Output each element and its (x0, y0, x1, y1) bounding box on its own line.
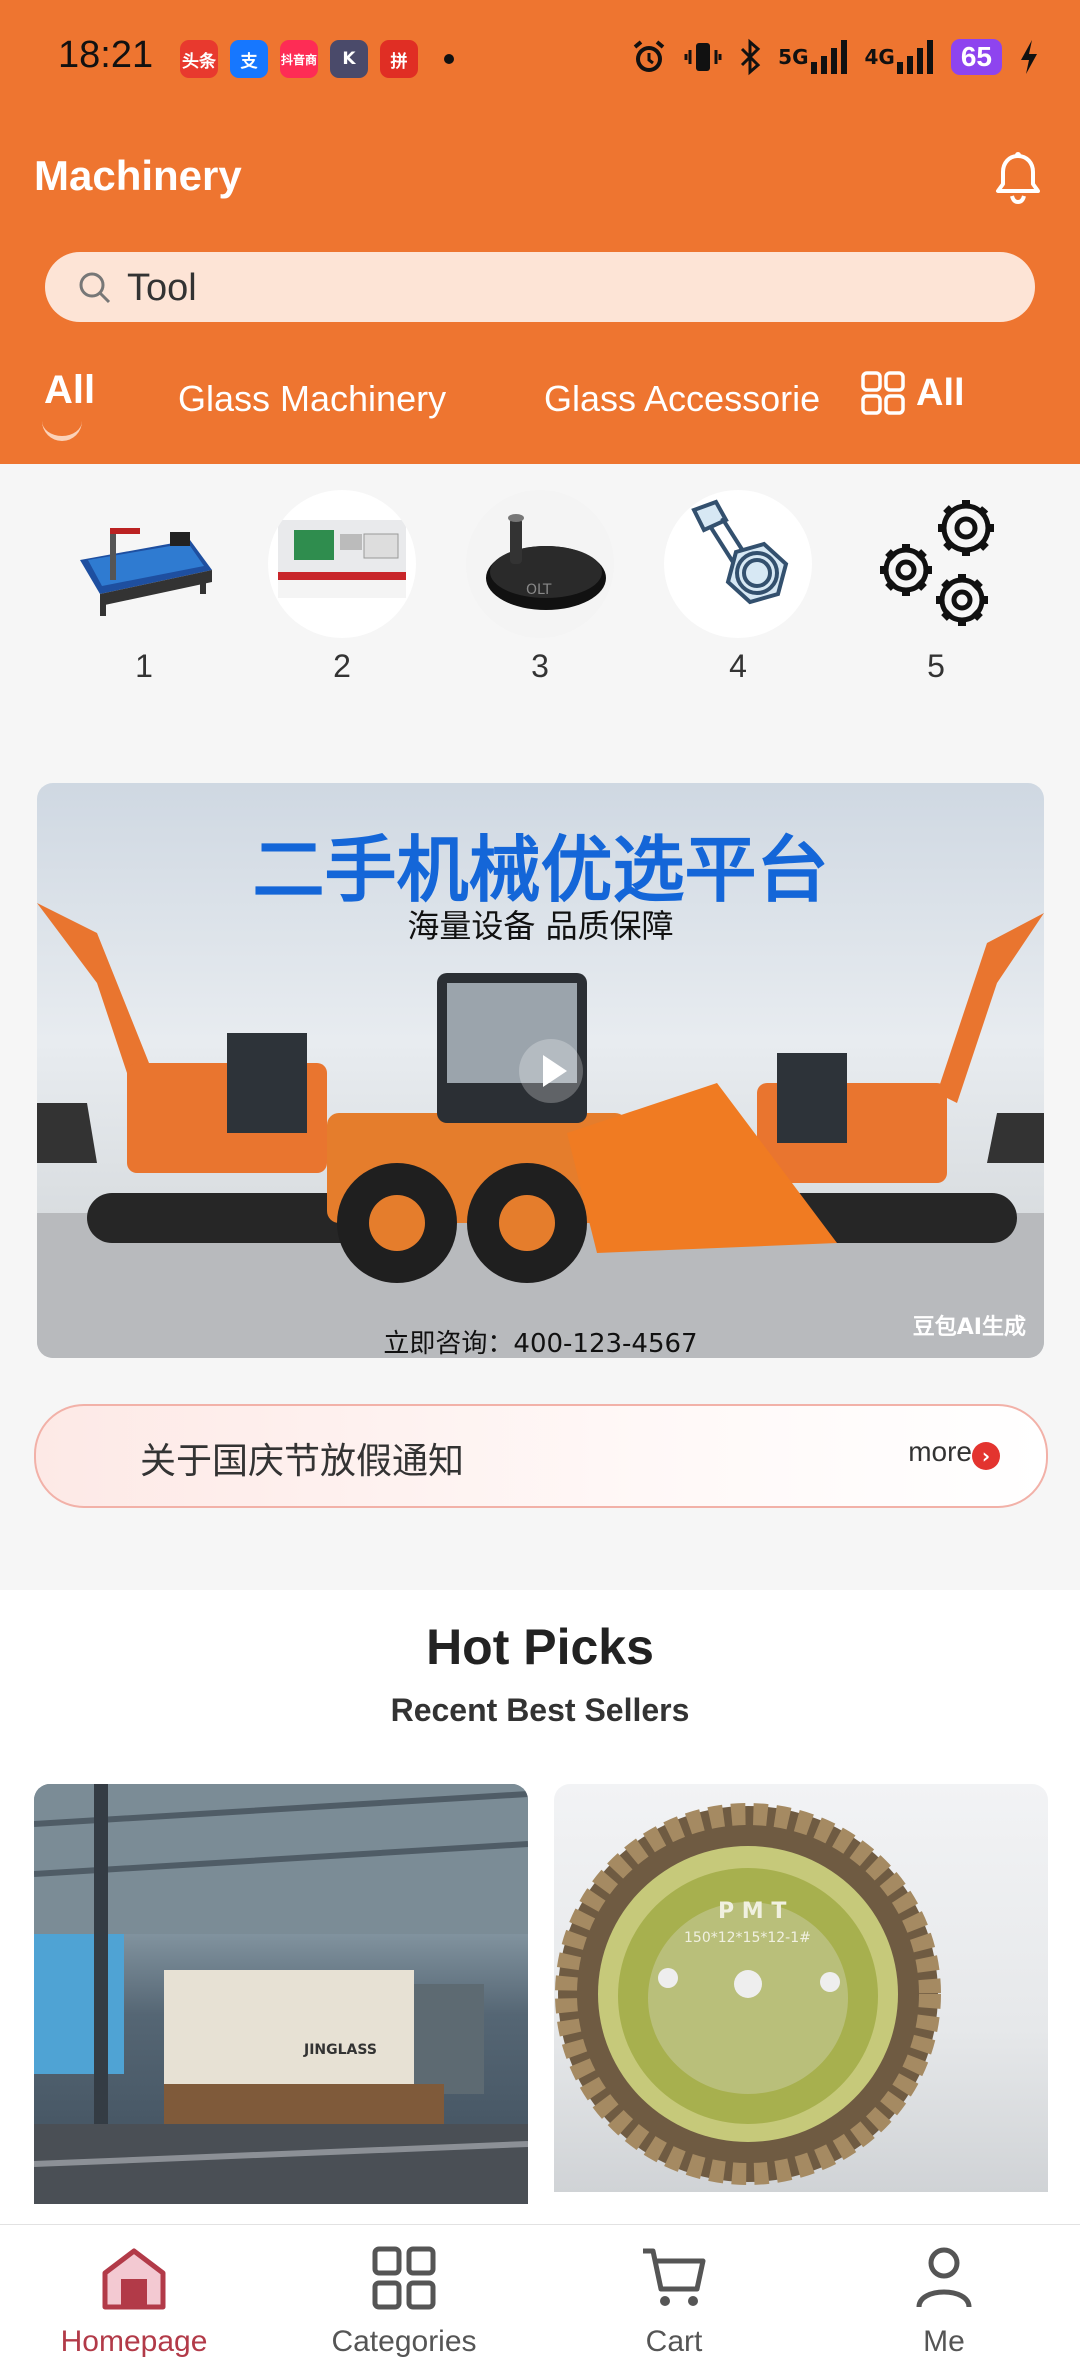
all-categories-button[interactable]: All (860, 370, 965, 416)
cart-icon (643, 2248, 706, 2306)
nav-label: Cart (645, 2325, 703, 2358)
glass-cutting-table-icon (70, 490, 218, 638)
nav-homepage[interactable]: Homepage (34, 2243, 234, 2359)
promo-banner[interactable]: 二手机械优选平台 海量设备 品质保障 豆包AI生成 立即咨询：400-123-4… (37, 783, 1044, 1358)
nav-label: Me (923, 2325, 965, 2358)
product-card-1[interactable]: JINGLASS (34, 1784, 528, 2204)
play-icon (543, 1055, 567, 1087)
bolt-nut-icon (664, 490, 812, 638)
diamond-grinding-wheel-image: P M T 150*12*15*12-1# (555, 1803, 941, 2185)
category-shortcuts: 1 2 OLT 3 4 5 (0, 490, 1080, 700)
tab-all[interactable]: All (44, 368, 95, 413)
title-row: Machinery (34, 150, 1046, 210)
toutiao-app-icon: 头条 (180, 40, 218, 78)
nav-cart[interactable]: Cart (574, 2243, 774, 2359)
nav-categories[interactable]: Categories (304, 2243, 504, 2359)
douyin-mall-app-icon: 抖音商 (280, 40, 318, 78)
product-card-2[interactable]: P M T 150*12*15*12-1# (554, 1784, 1048, 2192)
user-icon (916, 2247, 972, 2308)
announcement-text: 关于国庆节放假通知 (140, 1441, 465, 1482)
play-video-button[interactable] (519, 1039, 583, 1103)
tab-active-indicator (42, 416, 82, 441)
svg-text:JINGLASS: JINGLASS (303, 2042, 377, 2058)
signal-5g-icon: 5G (778, 38, 848, 76)
category-item-4[interactable]: 4 (658, 490, 818, 685)
more-notifications-dot (444, 54, 454, 64)
bottom-navigation: Homepage Categories Cart Me (0, 2224, 1080, 2377)
svg-text:150*12*15*12-1#: 150*12*15*12-1# (684, 1930, 811, 1946)
section-subtitle: Recent Best Sellers (390, 1692, 690, 1728)
category-label: 5 (927, 648, 945, 684)
status-bar: 18:21 头条 支 抖音商 K 拼 5G 4G 65 (0, 0, 1080, 120)
all-categories-label: All (916, 371, 965, 414)
gears-icon (862, 490, 1010, 638)
banner-contact: 立即咨询：400-123-4567 (383, 1329, 698, 1358)
announcement-more-link[interactable]: more (908, 1436, 972, 1468)
category-item-5[interactable]: 5 (856, 490, 1016, 685)
category-label: 3 (531, 648, 549, 684)
grid-icon (861, 371, 905, 415)
tab-glass-accessories[interactable]: Glass Accessorie (544, 378, 844, 420)
glass-tempering-furnace-image: JINGLASS (34, 1784, 528, 2204)
alipay-app-icon: 支 (230, 40, 268, 78)
vibrate-icon (684, 43, 722, 71)
section-title: Hot Picks (426, 1619, 654, 1675)
search-bar[interactable] (45, 252, 1035, 322)
battery-indicator: 65 (950, 39, 1002, 75)
category-label: 2 (333, 648, 351, 684)
bell-icon[interactable] (990, 150, 1046, 208)
home-icon (102, 2248, 166, 2310)
banner-subtitle: 海量设备 品质保障 (407, 907, 674, 945)
notification-app-icons: 头条 支 抖音商 K 拼 (180, 40, 454, 78)
category-item-1[interactable]: 1 (64, 490, 224, 685)
announcement-bar[interactable]: 关于国庆节放假通知 more › (34, 1404, 1048, 1508)
categories-icon (372, 2246, 436, 2310)
bluetooth-icon (741, 38, 761, 76)
tab-glass-machinery[interactable]: Glass Machinery (178, 378, 446, 420)
k-app-icon: K (330, 40, 368, 78)
category-tabs: All Glass Machinery Glass Accessorie All (0, 368, 1080, 441)
caster-wheel-icon: OLT (466, 490, 614, 638)
glass-machine-icon (268, 490, 416, 638)
charging-icon (1021, 40, 1037, 74)
nav-label: Categories (331, 2325, 477, 2358)
header: 18:21 头条 支 抖音商 K 拼 5G 4G 65 Machinery To… (0, 0, 1080, 464)
search-icon (79, 272, 111, 304)
pinduoduo-app-icon: 拼 (380, 40, 418, 78)
category-label: 4 (729, 648, 747, 684)
category-item-2[interactable]: 2 (262, 490, 422, 685)
category-item-3[interactable]: OLT 3 (460, 490, 620, 685)
page-title: Machinery (34, 152, 242, 199)
system-icons: 5G 4G 65 (630, 38, 1040, 76)
nav-label: Homepage (60, 2325, 208, 2358)
chevron-right-icon[interactable]: › (972, 1442, 1000, 1470)
status-time: 18:21 (58, 34, 154, 76)
alarm-icon (633, 40, 665, 72)
svg-text:P M T: P M T (718, 1899, 786, 1924)
nav-me[interactable]: Me (844, 2243, 1044, 2359)
search-input[interactable] (125, 260, 1009, 316)
signal-4g-icon: 4G (865, 38, 935, 76)
category-label: 1 (135, 648, 153, 684)
svg-text:OLT: OLT (526, 582, 552, 598)
